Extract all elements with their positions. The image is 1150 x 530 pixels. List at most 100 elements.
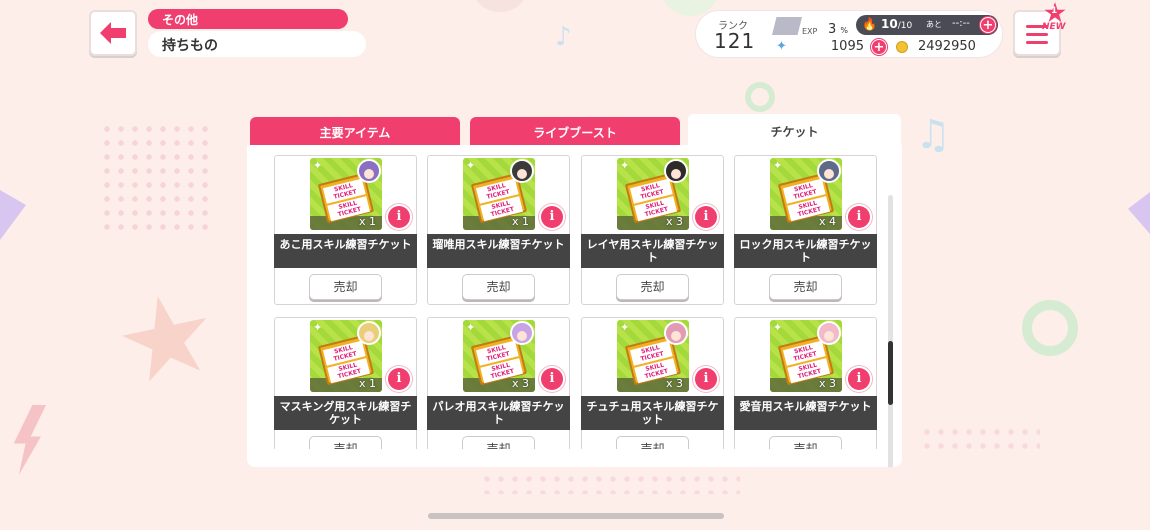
sparkle-icon: ✦	[620, 321, 630, 334]
sell-button[interactable]: 売却	[462, 436, 535, 449]
item-name: パレオ用スキル練習チケット	[427, 396, 570, 430]
background-bolt-shape	[13, 405, 46, 475]
flame-icon: 🔥	[862, 17, 877, 31]
character-avatar-icon	[664, 159, 688, 183]
item-info-button[interactable]: i	[388, 206, 410, 228]
item-quantity: x 3	[665, 377, 683, 390]
scrollbar[interactable]	[888, 195, 893, 467]
sell-button[interactable]: 売却	[309, 274, 382, 300]
character-avatar-icon	[664, 321, 688, 345]
item-name: 瑠唯用スキル練習チケット	[427, 234, 570, 268]
sparkle-icon: ✦	[313, 159, 323, 172]
item-grid: ✦ SKILL TICKET SKILL TICKET x 1 i あこ用スキル練習チケッ…	[274, 155, 880, 449]
tab-live-boost[interactable]: ライブブースト	[470, 117, 680, 145]
inventory-panel: 主要アイテム ライブブースト チケット ✦ SKILL TICKET SKILL T…	[247, 114, 902, 467]
item-info-button[interactable]: i	[541, 206, 563, 228]
stamina-next-label: あと	[926, 20, 942, 29]
sell-button[interactable]: 売却	[616, 436, 689, 449]
item-info-button[interactable]: i	[848, 368, 870, 390]
page-title: 持ちもの	[148, 31, 366, 57]
coin-count: 2492950	[918, 39, 976, 54]
skill-ticket-image[interactable]: ✦ SKILL TICKET SKILL TICKET x 1	[310, 158, 382, 230]
skill-ticket-image[interactable]: ✦ SKILL TICKET SKILL TICKET x 3	[463, 320, 535, 392]
item-name: ロック用スキル練習チケット	[734, 234, 877, 268]
item-quantity: x 3	[818, 377, 836, 390]
skill-ticket-image[interactable]: ✦ SKILL TICKET SKILL TICKET x 1	[463, 158, 535, 230]
sell-button[interactable]: 売却	[769, 274, 842, 300]
exp-gauge	[772, 17, 802, 35]
tab-main-items[interactable]: 主要アイテム	[250, 117, 460, 145]
item-quantity: x 4	[818, 215, 836, 228]
new-badge-count: 1	[1051, 6, 1058, 16]
item-card[interactable]: ✦ SKILL TICKET SKILL TICKET x 3 i チュチュ用スキル練習チ…	[581, 317, 724, 449]
item-card[interactable]: ✦ SKILL TICKET SKILL TICKET x 1 i 瑠唯用スキル練習チケッ…	[427, 155, 570, 305]
skill-ticket-image[interactable]: ✦ SKILL TICKET SKILL TICKET x 4	[770, 158, 842, 230]
item-name: 愛音用スキル練習チケット	[734, 396, 877, 430]
item-name: レイヤ用スキル練習チケット	[581, 234, 724, 268]
sell-button[interactable]: 売却	[309, 436, 382, 449]
item-list-area[interactable]: ✦ SKILL TICKET SKILL TICKET x 1 i あこ用スキル練習チケッ…	[247, 145, 902, 467]
back-button[interactable]	[89, 10, 137, 56]
item-card[interactable]: ✦ SKILL TICKET SKILL TICKET x 3 i 愛音用スキル練習チケッ…	[734, 317, 877, 449]
music-note-icon: ♫	[915, 112, 951, 158]
background-decoration	[470, 0, 530, 12]
character-avatar-icon	[817, 159, 841, 183]
skill-ticket-image[interactable]: ✦ SKILL TICKET SKILL TICKET x 3	[617, 158, 689, 230]
item-quantity: x 1	[358, 377, 376, 390]
sell-button[interactable]: 売却	[462, 274, 535, 300]
player-status-panel: ランク 121 EXP 3 % 🔥 10/10 あと --:-- + ✦ 109…	[695, 10, 1003, 58]
star-count: 1095	[830, 39, 864, 54]
home-indicator[interactable]	[428, 513, 724, 519]
star-icon: ✦	[776, 39, 787, 54]
exp-value: 3 %	[828, 22, 848, 37]
item-card[interactable]: ✦ SKILL TICKET SKILL TICKET x 1 i あこ用スキル練習チケッ…	[274, 155, 417, 305]
item-quantity: x 1	[511, 215, 529, 228]
skill-ticket-image[interactable]: ✦ SKILL TICKET SKILL TICKET x 1	[310, 320, 382, 392]
new-badge-label: NEW	[1042, 22, 1066, 32]
character-avatar-icon	[510, 159, 534, 183]
item-info-button[interactable]: i	[848, 206, 870, 228]
item-info-button[interactable]: i	[541, 368, 563, 390]
item-info-button[interactable]: i	[695, 206, 717, 228]
background-dots	[920, 425, 1040, 455]
sparkle-icon: ✦	[773, 159, 783, 172]
character-avatar-icon	[357, 159, 381, 183]
background-ring-shape	[745, 82, 775, 112]
item-card[interactable]: ✦ SKILL TICKET SKILL TICKET x 3 i レイヤ用スキル練習チケ…	[581, 155, 724, 305]
exp-label: EXP	[802, 27, 818, 36]
item-name: マスキング用スキル練習チケット	[274, 396, 417, 430]
item-quantity: x 1	[358, 215, 376, 228]
sell-button[interactable]: 売却	[616, 274, 689, 300]
character-avatar-icon	[817, 321, 841, 345]
sparkle-icon: ✦	[620, 159, 630, 172]
item-name: あこ用スキル練習チケット	[274, 234, 417, 268]
item-card[interactable]: ✦ SKILL TICKET SKILL TICKET x 1 i マスキング用スキル練習…	[274, 317, 417, 449]
background-dots	[480, 472, 740, 494]
item-card[interactable]: ✦ SKILL TICKET SKILL TICKET x 3 i パレオ用スキル練習チケ…	[427, 317, 570, 449]
character-avatar-icon	[357, 321, 381, 345]
item-name: チュチュ用スキル練習チケット	[581, 396, 724, 430]
item-quantity: x 3	[511, 377, 529, 390]
tab-tickets[interactable]: チケット	[688, 114, 901, 146]
character-avatar-icon	[510, 321, 534, 345]
live-boost-stamina: 🔥 10/10 あと --:-- +	[856, 15, 998, 35]
background-ring-shape	[1022, 300, 1078, 356]
buy-stars-button[interactable]: +	[871, 39, 887, 55]
item-card[interactable]: ✦ SKILL TICKET SKILL TICKET x 4 i ロック用スキル練習チケ…	[734, 155, 877, 305]
sparkle-icon: ✦	[773, 321, 783, 334]
sell-button[interactable]: 売却	[769, 436, 842, 449]
sparkle-icon: ✦	[466, 321, 476, 334]
item-info-button[interactable]: i	[695, 368, 717, 390]
add-stamina-button[interactable]: +	[980, 17, 996, 33]
skill-ticket-image[interactable]: ✦ SKILL TICKET SKILL TICKET x 3	[617, 320, 689, 392]
stamina-recovery-time: --:--	[952, 18, 970, 29]
coin-icon	[896, 41, 908, 53]
background-triangle-shape	[1128, 192, 1150, 234]
sparkle-icon: ✦	[466, 159, 476, 172]
stamina-current: 10	[881, 17, 898, 31]
exp-unit: %	[840, 26, 849, 35]
skill-ticket-image[interactable]: ✦ SKILL TICKET SKILL TICKET x 3	[770, 320, 842, 392]
item-info-button[interactable]: i	[388, 368, 410, 390]
scrollbar-thumb[interactable]	[888, 341, 893, 405]
background-triangle-shape	[0, 190, 26, 240]
